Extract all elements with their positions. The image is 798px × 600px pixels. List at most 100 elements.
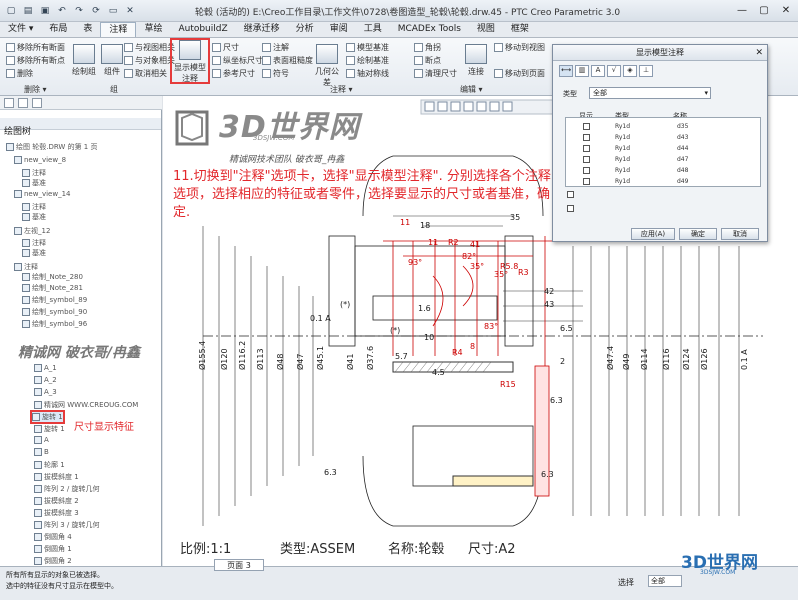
group-annotate[interactable]: 注释 ▾ — [330, 84, 353, 95]
group-delete[interactable]: 删除 ▾ — [24, 84, 47, 95]
tab-layout[interactable]: 布局 — [41, 22, 75, 37]
dimension-text[interactable]: Ø48 — [276, 354, 285, 370]
cancel-button[interactable]: 取消 — [721, 228, 759, 240]
dimension-text[interactable]: (*) — [340, 300, 350, 309]
dimension-text[interactable]: 43 — [544, 300, 554, 309]
dimension-text[interactable]: (*) — [390, 326, 400, 335]
dimension-text[interactable]: 6.3 — [550, 396, 563, 405]
dimension-text[interactable]: 0.1 A — [310, 314, 331, 323]
object-related-button[interactable]: 与对象相关 — [124, 55, 175, 66]
model-tree-item[interactable]: 倒圆角 4 — [34, 532, 72, 542]
tab-legacy[interactable]: 继承迁移 — [236, 22, 288, 37]
tab-annotate[interactable]: 注释 — [100, 22, 137, 37]
draw-datum-button[interactable]: 绘制基准 — [346, 55, 389, 66]
dimension-text[interactable]: Ø120 — [220, 348, 229, 370]
dimension-text[interactable]: Ø126 — [700, 348, 709, 370]
model-tree-item[interactable]: 拔模斜度 2 — [34, 496, 79, 506]
tree-item[interactable]: 绘制_symbol_89 — [22, 295, 87, 305]
select-all-icon[interactable] — [567, 191, 574, 201]
red-dimension-text[interactable]: 8 — [470, 342, 475, 351]
page-tab[interactable]: 页面 3 — [214, 559, 264, 571]
dimension-text[interactable]: 0.1 A — [740, 349, 749, 370]
red-dimension-text[interactable]: R15 — [500, 380, 516, 389]
model-tree-item[interactable]: 倒圆角 2 — [34, 556, 72, 566]
tab-table[interactable]: 表 — [75, 22, 100, 37]
tree-item[interactable]: 绘制_Note_280 — [22, 272, 83, 282]
model-tree-item[interactable]: 旋转 1 — [30, 410, 65, 424]
surface-finish-button[interactable]: 表面粗糙度 — [262, 55, 313, 66]
unrelate-button[interactable]: 取消相关 — [124, 68, 167, 79]
note-button[interactable]: 注解 — [262, 42, 289, 53]
tree-item[interactable]: 注释 — [22, 202, 46, 212]
dimension-text[interactable]: 6.3 — [324, 468, 337, 477]
red-dimension-text[interactable]: 35° — [494, 270, 508, 279]
remove-all-breaks-button[interactable]: 移除所有断点 — [6, 55, 65, 66]
tab-sketch[interactable]: 草绘 — [136, 22, 170, 37]
red-dimension-text[interactable]: 82° — [462, 252, 476, 261]
model-tree-item[interactable]: A_3 — [34, 388, 57, 396]
dimension-text[interactable]: 35 — [510, 213, 520, 222]
ok-button[interactable]: 确定 — [679, 228, 717, 240]
model-tree-item[interactable]: A_2 — [34, 376, 57, 384]
gtol-tab-icon[interactable]: ▥ — [575, 65, 589, 77]
dialog-close-icon[interactable]: ✕ — [755, 45, 763, 61]
tree-item[interactable]: 左视_12 — [14, 226, 50, 236]
model-tree-item[interactable]: A_1 — [34, 364, 57, 372]
dimension-text[interactable]: Ø116 — [662, 348, 671, 370]
tree-item[interactable]: new_view_8 — [14, 156, 66, 164]
row-show-checkbox[interactable] — [583, 167, 590, 174]
red-dimension-text[interactable]: 35° — [470, 262, 484, 271]
apply-button[interactable]: 应用(A) — [631, 228, 675, 240]
dimension-text[interactable]: Ø47 — [296, 354, 305, 370]
dimension-text[interactable]: Ø124 — [682, 348, 691, 370]
row-show-checkbox[interactable] — [583, 145, 590, 152]
dimension-text[interactable]: Ø116.2 — [238, 341, 247, 370]
dimension-text[interactable]: 2 — [560, 357, 565, 366]
tree-item[interactable]: 绘制_Note_281 — [22, 283, 83, 293]
folder-icon[interactable] — [32, 97, 42, 108]
row-show-checkbox[interactable] — [583, 156, 590, 163]
tree-item[interactable]: 注释 — [22, 168, 46, 178]
dimension-text[interactable]: 42 — [544, 287, 554, 296]
red-dimension-text[interactable]: 93° — [408, 258, 422, 267]
move-to-page-button[interactable]: 移动到页面 — [494, 68, 545, 79]
tab-analysis[interactable]: 分析 — [288, 22, 322, 37]
dimension-tab-icon[interactable]: ⟷ — [559, 65, 573, 77]
save-icon[interactable]: ▣ — [38, 4, 52, 18]
dimension-text[interactable]: 6.3 — [541, 470, 554, 479]
gtol-button[interactable]: 几何公差 — [312, 44, 342, 88]
tab-autobuildz[interactable]: AutobuildZ — [170, 22, 235, 37]
tab-review[interactable]: 审阅 — [322, 22, 356, 37]
model-tree-item[interactable]: B — [34, 448, 49, 456]
model-tree-item[interactable]: 轮廓 1 — [34, 460, 65, 470]
show-model-annotations-button[interactable]: 显示模型注释 — [170, 38, 210, 84]
model-tree-item[interactable]: 拔模斜度 1 — [34, 472, 79, 482]
new-file-icon[interactable]: ▢ — [4, 4, 18, 18]
model-tree-item[interactable]: 精诚网 WWW.CREOUG.COM — [34, 400, 138, 410]
symbol-button[interactable]: 符号 — [262, 68, 289, 79]
tab-tools[interactable]: 工具 — [356, 22, 390, 37]
model-tree-item[interactable]: 倒圆角 1 — [34, 544, 72, 554]
model-tree-item[interactable]: 旋转 1 — [34, 424, 65, 434]
cleanup-dims-button[interactable]: 清理尺寸 — [414, 68, 457, 79]
axis-symmetry-button[interactable]: 轴对称线 — [346, 68, 389, 79]
close-icon[interactable]: ✕ — [778, 3, 794, 17]
filter-select[interactable]: 全部 — [648, 575, 682, 587]
dimension-text[interactable]: Ø113 — [256, 348, 265, 370]
dimension-text[interactable]: 10 — [424, 333, 434, 342]
red-dimension-text[interactable]: 11 — [428, 238, 438, 247]
model-tree-item[interactable]: A — [34, 436, 49, 444]
red-dimension-text[interactable]: 11 — [400, 218, 410, 227]
dimension-text[interactable]: 5.7 — [395, 352, 408, 361]
dimension-text[interactable]: 4.5 — [432, 368, 445, 377]
tab-mcadex[interactable]: MCADEx Tools — [390, 22, 469, 37]
dimension-text[interactable]: 18 — [420, 221, 430, 230]
maximize-icon[interactable]: ▢ — [756, 3, 772, 17]
row-show-checkbox[interactable] — [583, 178, 590, 185]
ordinate-dimension-button[interactable]: 纵坐标尺寸 — [212, 55, 263, 66]
model-datum-button[interactable]: 模型基准 — [346, 42, 389, 53]
tree-item[interactable]: 基准 — [22, 178, 46, 188]
symbol-tab-icon[interactable]: ◈ — [623, 65, 637, 77]
row-show-checkbox[interactable] — [583, 134, 590, 141]
red-dimension-text[interactable]: 41 — [470, 240, 480, 249]
